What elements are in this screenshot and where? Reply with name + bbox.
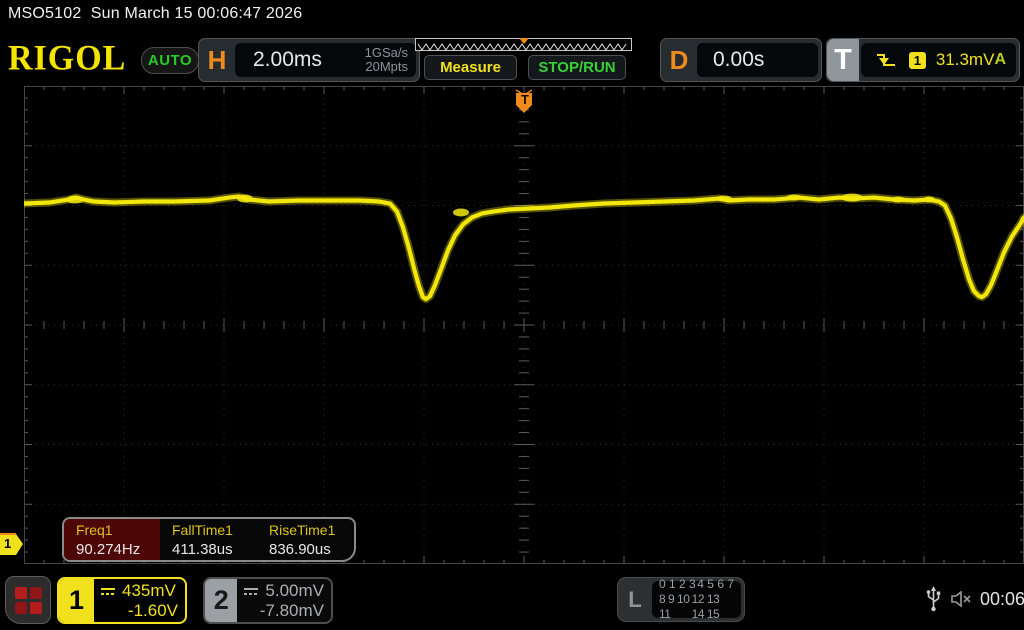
trigger-level-value: 31.3mV bbox=[936, 50, 995, 70]
channel1-number[interactable]: 1 bbox=[59, 579, 94, 622]
sample-rate: 1GSa/s bbox=[365, 46, 408, 60]
measurement-label: RiseTime1 bbox=[269, 522, 354, 538]
waveform-overview-strip[interactable] bbox=[415, 38, 632, 51]
acquisition-info: 1GSa/s 20Mpts bbox=[365, 46, 408, 74]
channel1-offset-marker[interactable]: 1 bbox=[0, 532, 24, 557]
overview-position-marker-icon[interactable] bbox=[519, 38, 529, 44]
four-squares-icon bbox=[15, 587, 42, 614]
trigger-source-badge: 1 bbox=[909, 52, 926, 69]
trigger-position-marker[interactable]: T bbox=[514, 86, 534, 116]
graticule-and-trace bbox=[24, 86, 1024, 564]
measurement-label: FallTime1 bbox=[172, 522, 257, 538]
measurement-value: 90.274Hz bbox=[76, 541, 160, 558]
trigger-settings-box[interactable]: T 1 31.3mV A bbox=[826, 38, 1020, 82]
trigger-marker-letter: T bbox=[521, 92, 529, 107]
logic-channels-tab[interactable]: L 0 1 2 3 4 5 6 7 8 9 10 11 12 13 14 15 bbox=[617, 577, 745, 622]
logic-label: L bbox=[618, 587, 652, 613]
measurement-value: 836.90us bbox=[269, 541, 354, 558]
windows-menu-button[interactable] bbox=[5, 576, 51, 624]
trigger-sweep-mode: A bbox=[994, 51, 1006, 69]
measurement-label: Freq1 bbox=[76, 522, 160, 538]
stop-run-button[interactable]: STOP/RUN bbox=[528, 55, 626, 80]
timebase-value[interactable]: 2.00ms bbox=[253, 48, 365, 72]
auto-trigger-mode-button[interactable]: AUTO bbox=[141, 47, 199, 74]
channel2-scale: 5.00mV bbox=[265, 581, 324, 601]
horizontal-settings-box[interactable]: H 2.00ms 1GSa/s 20Mpts bbox=[198, 38, 420, 82]
channel2-number[interactable]: 2 bbox=[205, 579, 237, 622]
dc-coupling-icon bbox=[100, 585, 116, 597]
channel1-offset: -1.60V bbox=[100, 601, 178, 621]
waveform-display-area[interactable] bbox=[24, 86, 1024, 564]
delay-settings-box[interactable]: D 0.00s bbox=[660, 38, 822, 82]
measurement-value: 411.38us bbox=[172, 541, 257, 558]
usb-icon bbox=[926, 586, 941, 612]
speaker-muted-icon[interactable] bbox=[950, 589, 974, 609]
measurement-falltime[interactable]: FallTime1 411.38us bbox=[160, 519, 257, 560]
logic-row2-left: 8 9 10 11 bbox=[659, 592, 692, 622]
channel1-tab[interactable]: 1 435mV -1.60V bbox=[57, 577, 187, 624]
channel1-marker-number: 1 bbox=[4, 536, 11, 551]
logic-row1-right: 4 5 6 7 bbox=[697, 577, 734, 592]
channel2-tab[interactable]: 2 5.00mV -7.80mV bbox=[203, 577, 333, 624]
channel1-scale: 435mV bbox=[122, 581, 176, 601]
uptime-clock: 00:06 bbox=[980, 589, 1024, 610]
memory-depth: 20Mpts bbox=[365, 60, 408, 74]
measurement-risetime[interactable]: RiseTime1 836.90us bbox=[257, 519, 354, 560]
channel2-offset: -7.80mV bbox=[243, 601, 324, 621]
logic-row2-right: 12 13 14 15 bbox=[692, 592, 734, 622]
delay-value[interactable]: 0.00s bbox=[713, 48, 764, 72]
measure-button[interactable]: Measure bbox=[424, 55, 517, 80]
oscilloscope-screen: MSO5102 Sun March 15 00:06:47 2026 RIGOL… bbox=[0, 0, 1024, 630]
rigol-logo: RIGOL bbox=[8, 39, 126, 79]
measurement-freq[interactable]: Freq1 90.274Hz bbox=[64, 519, 160, 560]
measurement-results-panel[interactable]: Freq1 90.274Hz FallTime1 411.38us RiseTi… bbox=[62, 517, 356, 562]
falling-edge-trigger-icon bbox=[875, 51, 897, 69]
delay-label: D bbox=[661, 45, 697, 76]
dc-coupling-icon bbox=[243, 585, 259, 597]
trigger-tab-label[interactable]: T bbox=[827, 39, 859, 81]
horizontal-label: H bbox=[199, 45, 235, 76]
model-and-datetime: MSO5102 Sun March 15 00:06:47 2026 bbox=[8, 5, 302, 23]
logic-channel-numbers: 0 1 2 3 4 5 6 7 8 9 10 11 12 13 14 15 bbox=[652, 581, 741, 618]
logic-row1-left: 0 1 2 3 bbox=[659, 577, 696, 592]
